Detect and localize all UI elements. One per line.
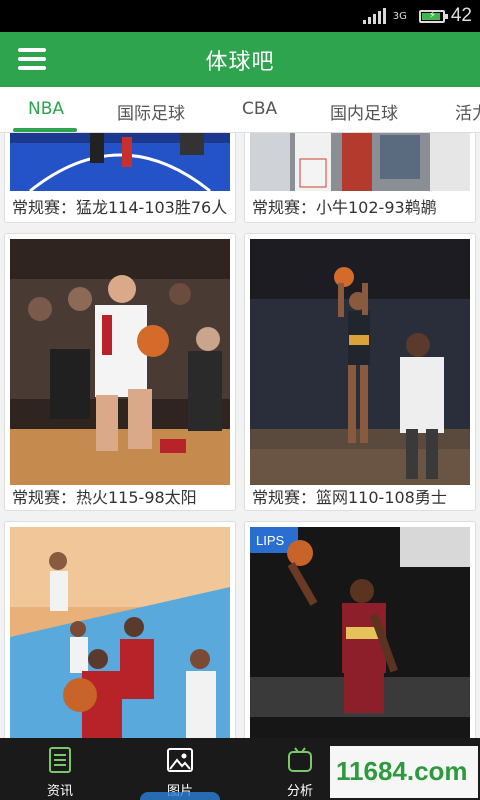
status-indicators: 3G ⚡ 42 <box>362 4 472 28</box>
tab-cba[interactable]: CBA <box>242 99 277 119</box>
news-document-icon <box>49 747 71 773</box>
game-photo <box>10 133 230 191</box>
status-bar: 3G ⚡ 42 <box>0 0 480 32</box>
nav-pictures[interactable]: 图片 <box>120 738 240 800</box>
photo-card[interactable]: 常规赛：猛龙114-103胜76人 <box>4 133 236 223</box>
svg-text:LIPS: LIPS <box>256 533 285 548</box>
game-photo <box>10 239 230 485</box>
nav-news[interactable]: 资讯 <box>0 738 120 800</box>
tab-international-football[interactable]: 国际足球 <box>117 99 185 124</box>
photo-card[interactable]: 常规赛：小牛102-93鹈鹕 <box>244 133 476 223</box>
site-watermark: 11684.com <box>330 746 478 798</box>
tab-more[interactable]: 活力 <box>455 99 480 124</box>
status-time: 42 <box>450 5 472 26</box>
photo-card[interactable] <box>4 521 236 738</box>
picture-icon <box>167 748 193 772</box>
photo-caption: 常规赛：篮网110-108勇士 <box>252 488 447 507</box>
nav-news-label: 资讯 <box>46 784 73 799</box>
signal-strength-icon <box>362 8 386 24</box>
category-tabs: NBA 国际足球 CBA 国内足球 活力 <box>0 87 480 133</box>
tab-domestic-football[interactable]: 国内足球 <box>330 99 398 124</box>
battery-icon: ⚡ <box>418 9 448 23</box>
game-photo <box>10 527 230 738</box>
active-tab-indicator <box>13 128 77 132</box>
photo-card[interactable]: LIPS <box>244 521 476 738</box>
photo-card[interactable]: 常规赛：篮网110-108勇士 <box>244 233 476 511</box>
active-nav-indicator <box>140 792 220 800</box>
photo-caption: 常规赛：小牛102-93鹈鹕 <box>252 198 437 217</box>
game-photo <box>250 133 470 191</box>
app-bar: 体球吧 <box>0 32 480 87</box>
game-photo: LIPS <box>250 527 470 738</box>
photo-caption: 常规赛：猛龙114-103胜76人 <box>12 198 228 217</box>
watermark-text: 11684.com <box>336 756 468 786</box>
analysis-tv-icon <box>288 747 312 772</box>
network-type: 3G <box>392 10 407 22</box>
photo-grid[interactable]: 常规赛：猛龙114-103胜76人 常规赛：小牛102-93鹈鹕 常规赛：热火1… <box>0 133 480 738</box>
tab-nba[interactable]: NBA <box>28 99 64 119</box>
app-title: 体球吧 <box>205 50 275 75</box>
game-photo <box>250 239 470 485</box>
photo-card[interactable]: 常规赛：热火115-98太阳 <box>4 233 236 511</box>
photo-caption: 常规赛：热火115-98太阳 <box>12 488 197 507</box>
